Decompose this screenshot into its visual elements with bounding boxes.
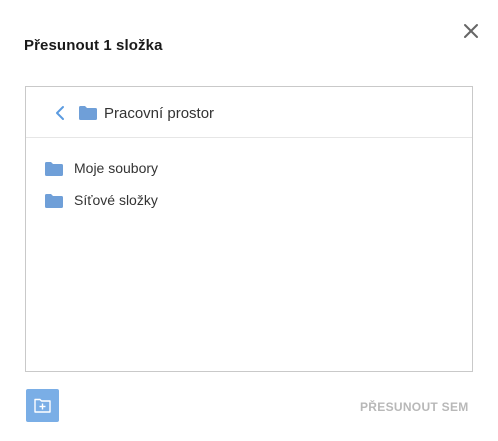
new-folder-button[interactable] xyxy=(26,389,59,422)
move-here-button[interactable]: PŘESUNOUT SEM xyxy=(360,400,469,414)
folder-icon xyxy=(45,162,63,176)
list-item-sitove-slozky[interactable]: Síťové složky xyxy=(26,186,472,214)
close-icon[interactable] xyxy=(462,22,480,40)
chevron-left-icon[interactable] xyxy=(52,104,68,122)
current-folder-label: Pracovní prostor xyxy=(104,105,215,122)
list-item-moje-soubory[interactable]: Moje soubory xyxy=(26,154,472,182)
folder-icon xyxy=(79,106,97,120)
folder-icon xyxy=(45,194,63,208)
list-item-label: Moje soubory xyxy=(74,160,159,176)
move-dialog: Přesunout 1 složka Pracovní prostor Moje… xyxy=(0,0,498,441)
folder-browser: Pracovní prostor Moje soubory Síťové slo… xyxy=(25,86,473,372)
list-item-label: Síťové složky xyxy=(74,192,158,208)
new-folder-icon xyxy=(34,398,51,413)
breadcrumb: Pracovní prostor xyxy=(26,87,472,138)
dialog-title: Přesunout 1 složka xyxy=(24,37,163,54)
